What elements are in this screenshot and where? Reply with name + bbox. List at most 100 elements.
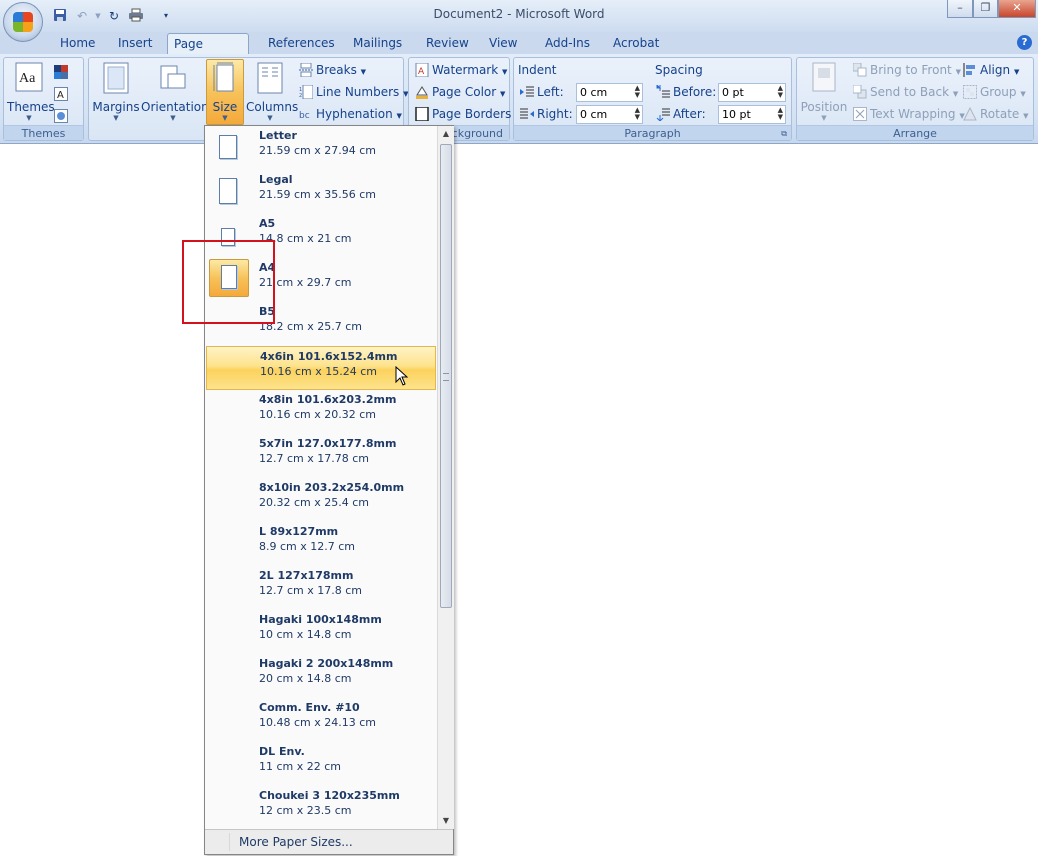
spacing-before-label: Before: <box>656 82 716 102</box>
theme-fonts-button[interactable]: A <box>54 84 78 104</box>
paper-size-name: A5 <box>259 217 276 230</box>
paper-size-item-4x8in[interactable]: 4x8in 101.6x203.2mm 10.16 cm x 20.32 cm <box>206 390 436 434</box>
ribbon: Aa Themes ▼ A Themes Margins ▼ Orientati… <box>0 54 1038 144</box>
page-icon <box>219 178 237 204</box>
chevron-down-icon: ▼ <box>1013 68 1020 76</box>
tab-add-ins[interactable]: Add-Ins <box>539 33 596 54</box>
page-color-button[interactable]: Page Color ▼ <box>415 82 505 102</box>
scroll-down-icon[interactable]: ▼ <box>438 813 454 829</box>
spacing-after-icon <box>656 108 670 121</box>
breaks-button[interactable]: Breaks ▼ <box>299 60 366 80</box>
text-wrapping-icon <box>853 107 867 121</box>
paper-size-item-choukei-3[interactable]: Choukei 3 120x235mm 12 cm x 23.5 cm <box>206 786 436 829</box>
columns-icon <box>257 62 283 94</box>
position-button[interactable]: Position ▼ <box>799 60 849 122</box>
page-borders-button[interactable]: Page Borders <box>415 104 511 124</box>
scroll-thumb[interactable] <box>440 144 452 608</box>
tab-page-layout[interactable]: Page Layout <box>167 33 249 71</box>
spacing-after-label: After: <box>656 104 706 124</box>
tab-review[interactable]: Review <box>420 33 475 54</box>
spacing-before-field[interactable]: 0 pt ▲ ▼ <box>718 83 786 102</box>
office-logo-icon <box>13 12 33 32</box>
paper-size-name: 4x6in 101.6x152.4mm <box>260 350 398 363</box>
spacing-label: Spacing <box>655 63 703 77</box>
close-button[interactable]: ✕ <box>998 0 1036 18</box>
tab-acrobat[interactable]: Acrobat <box>607 33 665 54</box>
spacing-after-text: After: <box>673 107 706 121</box>
orientation-button[interactable]: Orientation ▼ <box>141 60 209 122</box>
margins-button[interactable]: Margins ▼ <box>91 60 141 122</box>
dropdown-scrollbar[interactable]: ▲ ▼ <box>437 126 454 829</box>
paragraph-group-text: Paragraph <box>624 127 681 140</box>
paper-size-name: Choukei 3 120x235mm <box>259 789 400 802</box>
dialog-launcher-icon[interactable]: ⧉ <box>781 126 787 141</box>
restore-button[interactable]: ❐ <box>973 0 998 18</box>
margins-label: Margins <box>92 100 140 114</box>
more-paper-sizes-button[interactable]: More Paper Sizes... <box>205 829 453 854</box>
margins-icon <box>103 62 129 94</box>
tab-references[interactable]: References <box>262 33 341 54</box>
align-icon <box>963 63 975 77</box>
indent-left-field[interactable]: 0 cm ▲ ▼ <box>576 83 643 102</box>
tab-home[interactable]: Home <box>54 33 101 54</box>
svg-text:A: A <box>57 90 64 101</box>
page-borders-label: Page Borders <box>432 107 512 121</box>
theme-colors-button[interactable] <box>54 62 78 82</box>
paragraph-group-label: Paragraph ⧉ <box>514 125 791 140</box>
breaks-label: Breaks <box>316 63 357 77</box>
chevron-down-icon: ▼ <box>360 68 367 76</box>
indent-left-value: 0 cm <box>580 86 608 99</box>
paper-size-dims: 10.16 cm x 15.24 cm <box>260 365 378 378</box>
office-button[interactable] <box>3 2 43 42</box>
paper-size-item-8x10in[interactable]: 8x10in 203.2x254.0mm 20.32 cm x 25.4 cm <box>206 478 436 522</box>
paper-size-item-5x7in[interactable]: 5x7in 127.0x177.8mm 12.7 cm x 17.78 cm <box>206 434 436 478</box>
orientation-label: Orientation <box>141 100 209 114</box>
themes-button[interactable]: Aa Themes ▼ <box>7 60 55 122</box>
scroll-up-icon[interactable]: ▲ <box>438 126 454 142</box>
paper-size-name: 4x8in 101.6x203.2mm <box>259 393 397 406</box>
align-button[interactable]: Align ▼ <box>963 60 1019 80</box>
text-wrapping-button[interactable]: Text Wrapping ▼ <box>853 104 965 124</box>
paper-size-name: Hagaki 2 200x148mm <box>259 657 394 670</box>
paper-size-item-hagaki-2[interactable]: Hagaki 2 200x148mm 20 cm x 14.8 cm <box>206 654 436 698</box>
chevron-down-icon: ▼ <box>952 90 959 98</box>
send-to-back-button[interactable]: Send to Back ▼ <box>853 82 958 102</box>
grip-icon <box>443 373 449 381</box>
chevron-down-icon: ▼ <box>1023 112 1029 120</box>
hyphenation-button[interactable]: bc Hyphenation ▼ <box>299 104 402 124</box>
paper-size-item-comm-env-10[interactable]: Comm. Env. #10 10.48 cm x 24.13 cm <box>206 698 436 742</box>
bring-to-front-button[interactable]: Bring to Front ▼ <box>853 60 961 80</box>
spacing-after-field[interactable]: 10 pt ▲ ▼ <box>718 105 786 124</box>
rotate-button[interactable]: Rotate ▼ <box>963 104 1029 124</box>
paper-size-item-letter[interactable]: Letter 21.59 cm x 27.94 cm <box>206 126 436 170</box>
theme-effects-button[interactable] <box>54 106 78 126</box>
paper-size-item-legal[interactable]: Legal 21.59 cm x 35.56 cm <box>206 170 436 214</box>
tab-mailings[interactable]: Mailings <box>347 33 408 54</box>
chevron-down-icon: ▼ <box>955 68 961 76</box>
themes-icon: Aa <box>15 62 43 92</box>
paper-size-item-dl-env[interactable]: DL Env. 11 cm x 22 cm <box>206 742 436 786</box>
document-area[interactable] <box>0 145 1038 856</box>
paper-size-item-2l[interactable]: 2L 127x178mm 12.7 cm x 17.8 cm <box>206 566 436 610</box>
tab-view[interactable]: View <box>483 33 523 54</box>
watermark-label: Watermark <box>432 63 499 77</box>
chevron-down-icon: ▼ <box>26 114 32 122</box>
watermark-button[interactable]: A Watermark ▼ <box>415 60 507 80</box>
spinner-icon[interactable]: ▲ ▼ <box>778 85 783 99</box>
spinner-icon[interactable]: ▲ ▼ <box>778 107 783 121</box>
spinner-icon[interactable]: ▲ ▼ <box>635 85 640 99</box>
paper-size-dims: 12.7 cm x 17.8 cm <box>259 584 363 597</box>
minimize-button[interactable]: – <box>947 0 973 18</box>
group-button[interactable]: Group ▼ <box>963 82 1026 102</box>
line-numbers-button[interactable]: 1 2 Line Numbers ▼ <box>299 82 409 102</box>
paper-size-item-hagaki[interactable]: Hagaki 100x148mm 10 cm x 14.8 cm <box>206 610 436 654</box>
columns-button[interactable]: Columns ▼ <box>246 60 298 122</box>
paper-size-item-l[interactable]: L 89x127mm 8.9 cm x 12.7 cm <box>206 522 436 566</box>
help-icon[interactable]: ? <box>1017 35 1032 50</box>
chevron-down-icon: ▼ <box>267 114 273 122</box>
tab-insert[interactable]: Insert <box>112 33 158 54</box>
spinner-icon[interactable]: ▲ ▼ <box>635 107 640 121</box>
paper-size-name: DL Env. <box>259 745 305 758</box>
indent-right-field[interactable]: 0 cm ▲ ▼ <box>576 105 643 124</box>
size-button[interactable]: Size ▼ <box>206 59 244 125</box>
